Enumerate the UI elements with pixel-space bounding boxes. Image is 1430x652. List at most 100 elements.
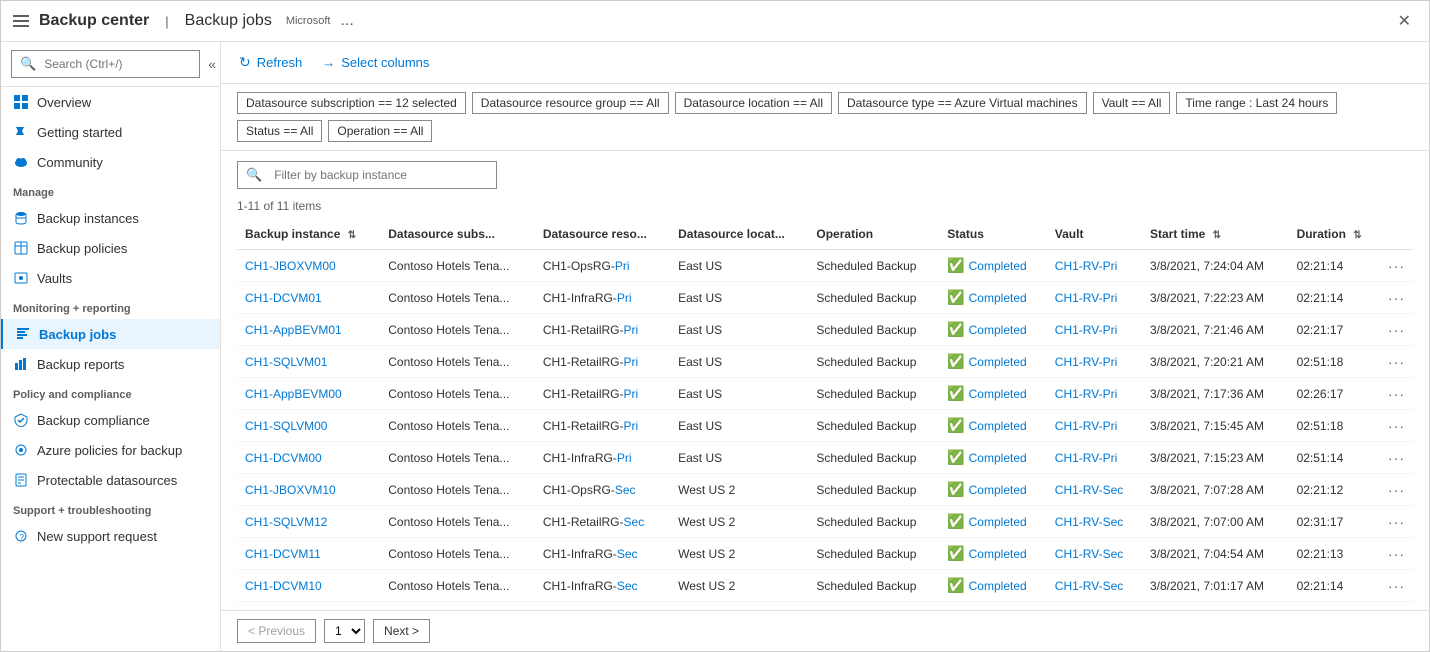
sidebar-item-backup-compliance[interactable]: Backup compliance (1, 405, 220, 435)
close-button[interactable]: ✕ (1390, 7, 1419, 35)
rg-link[interactable]: Sec (624, 515, 645, 529)
backup-instance-link[interactable]: CH1-SQLVM01 (245, 355, 327, 369)
backup-instance-link[interactable]: CH1-DCVM10 (245, 579, 322, 593)
rg-link[interactable]: Pri (624, 387, 639, 401)
filter-time-range[interactable]: Time range : Last 24 hours (1176, 92, 1337, 114)
status-link[interactable]: Completed (969, 259, 1027, 273)
rg-link[interactable]: Sec (617, 547, 638, 561)
sidebar-search-input[interactable] (44, 53, 199, 75)
status-link[interactable]: Completed (969, 323, 1027, 337)
vault-link[interactable]: CH1-RV-Pri (1055, 355, 1117, 369)
sidebar-collapse-button[interactable]: « (206, 54, 218, 74)
row-menu-button[interactable]: ··· (1388, 386, 1405, 402)
row-menu-button[interactable]: ··· (1388, 322, 1405, 338)
table-row: CH1-DCVM10 Contoso Hotels Tena... CH1-In… (237, 570, 1413, 602)
table-row: CH1-DCVM01 Contoso Hotels Tena... CH1-In… (237, 282, 1413, 314)
vault-link[interactable]: CH1-RV-Pri (1055, 387, 1117, 401)
title-ellipsis[interactable]: ... (340, 12, 353, 30)
filter-datasource-type[interactable]: Datasource type == Azure Virtual machine… (838, 92, 1087, 114)
sidebar-item-backup-instances[interactable]: Backup instances (1, 203, 220, 233)
backup-instance-link[interactable]: CH1-DCVM00 (245, 451, 322, 465)
col-header-operation[interactable]: Operation (808, 219, 939, 250)
status-link[interactable]: Completed (969, 355, 1027, 369)
instance-search-input[interactable] (270, 163, 496, 187)
status-link[interactable]: Completed (969, 547, 1027, 561)
sidebar-item-backup-reports[interactable]: Backup reports (1, 349, 220, 379)
backup-instance-link[interactable]: CH1-SQLVM00 (245, 419, 327, 433)
col-header-start-time[interactable]: Start time ⇅ (1142, 219, 1289, 250)
row-menu-button[interactable]: ··· (1388, 546, 1405, 562)
page-select[interactable]: 1 (324, 619, 365, 643)
row-menu-button[interactable]: ··· (1388, 418, 1405, 434)
sidebar-item-new-support[interactable]: ? New support request (1, 521, 220, 551)
status-link[interactable]: Completed (969, 515, 1027, 529)
rg-link[interactable]: Sec (617, 579, 638, 593)
vault-link[interactable]: CH1-RV-Pri (1055, 323, 1117, 337)
row-menu-button[interactable]: ··· (1388, 290, 1405, 306)
filter-datasource-location[interactable]: Datasource location == All (675, 92, 832, 114)
sidebar-item-overview[interactable]: Overview (1, 87, 220, 117)
status-link[interactable]: Completed (969, 483, 1027, 497)
col-header-duration[interactable]: Duration ⇅ (1289, 219, 1380, 250)
sidebar-item-label: Getting started (37, 125, 122, 140)
sidebar-item-vaults[interactable]: Vaults (1, 263, 220, 293)
col-header-datasource-reso[interactable]: Datasource reso... (535, 219, 670, 250)
select-columns-button[interactable]: → Select columns (320, 51, 431, 74)
filter-datasource-rg[interactable]: Datasource resource group == All (472, 92, 669, 114)
sidebar-item-backup-policies[interactable]: Backup policies (1, 233, 220, 263)
filter-vault[interactable]: Vault == All (1093, 92, 1171, 114)
col-header-status[interactable]: Status (939, 219, 1047, 250)
status-link[interactable]: Completed (969, 291, 1027, 305)
rg-link[interactable]: Pri (617, 291, 632, 305)
rg-link[interactable]: Pri (624, 419, 639, 433)
status-link[interactable]: Completed (969, 451, 1027, 465)
status-link[interactable]: Completed (969, 419, 1027, 433)
sidebar-item-protectable-datasources[interactable]: Protectable datasources (1, 465, 220, 495)
sort-icon-backup-instance: ⇅ (348, 230, 356, 241)
backup-instance-link[interactable]: CH1-JBOXVM10 (245, 483, 336, 497)
vault-link[interactable]: CH1-RV-Sec (1055, 515, 1123, 529)
row-menu-button[interactable]: ··· (1388, 578, 1405, 594)
backup-instance-link[interactable]: CH1-AppBEVM00 (245, 387, 342, 401)
prev-page-button[interactable]: < Previous (237, 619, 316, 643)
vault-link[interactable]: CH1-RV-Pri (1055, 259, 1117, 273)
row-menu-button[interactable]: ··· (1388, 482, 1405, 498)
rg-link[interactable]: Pri (624, 355, 639, 369)
filter-status[interactable]: Status == All (237, 120, 322, 142)
row-menu-button[interactable]: ··· (1388, 354, 1405, 370)
vault-link[interactable]: CH1-RV-Sec (1055, 483, 1123, 497)
vault-link[interactable]: CH1-RV-Sec (1055, 547, 1123, 561)
rg-link[interactable]: Pri (624, 323, 639, 337)
status-link[interactable]: Completed (969, 579, 1027, 593)
rg-link[interactable]: Pri (617, 451, 632, 465)
hamburger-menu[interactable] (11, 13, 31, 29)
vault-link[interactable]: CH1-RV-Pri (1055, 291, 1117, 305)
status-link[interactable]: Completed (969, 387, 1027, 401)
row-menu-button[interactable]: ··· (1388, 258, 1405, 274)
col-header-datasource-locat[interactable]: Datasource locat... (670, 219, 808, 250)
sidebar-item-label: Backup jobs (39, 327, 116, 342)
col-header-datasource-subs[interactable]: Datasource subs... (380, 219, 535, 250)
col-header-backup-instance[interactable]: Backup instance ⇅ (237, 219, 380, 250)
vault-link[interactable]: CH1-RV-Sec (1055, 579, 1123, 593)
backup-instance-link[interactable]: CH1-JBOXVM00 (245, 259, 336, 273)
rg-link[interactable]: Pri (615, 259, 630, 273)
backup-instance-link[interactable]: CH1-SQLVM12 (245, 515, 327, 529)
filter-operation[interactable]: Operation == All (328, 120, 432, 142)
row-menu-button[interactable]: ··· (1388, 450, 1405, 466)
refresh-button[interactable]: ↻ Refresh (237, 50, 304, 75)
row-menu-button[interactable]: ··· (1388, 514, 1405, 530)
col-header-vault[interactable]: Vault (1047, 219, 1142, 250)
vault-link[interactable]: CH1-RV-Pri (1055, 419, 1117, 433)
next-page-button[interactable]: Next > (373, 619, 430, 643)
sidebar-item-backup-jobs[interactable]: Backup jobs (1, 319, 220, 349)
backup-instance-link[interactable]: CH1-DCVM11 (245, 547, 321, 561)
vault-link[interactable]: CH1-RV-Pri (1055, 451, 1117, 465)
sidebar-item-getting-started[interactable]: Getting started (1, 117, 220, 147)
backup-instance-link[interactable]: CH1-AppBEVM01 (245, 323, 342, 337)
rg-link[interactable]: Sec (615, 483, 636, 497)
filter-datasource-subscription[interactable]: Datasource subscription == 12 selected (237, 92, 466, 114)
sidebar-item-azure-policies[interactable]: Azure policies for backup (1, 435, 220, 465)
backup-instance-link[interactable]: CH1-DCVM01 (245, 291, 322, 305)
sidebar-item-community[interactable]: Community (1, 147, 220, 177)
